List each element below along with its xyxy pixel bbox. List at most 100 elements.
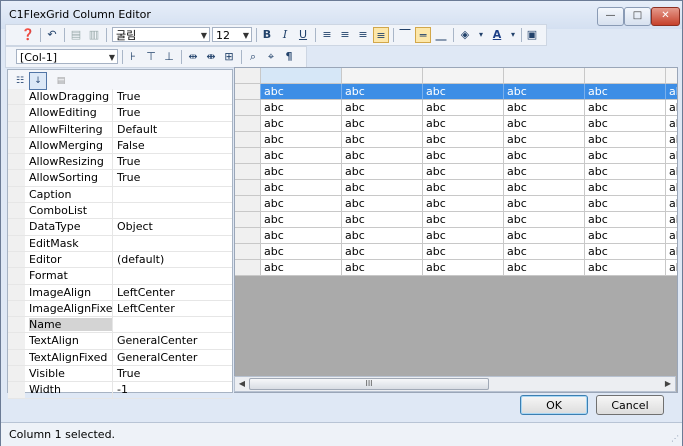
replace-icon[interactable]: ⌖ xyxy=(263,49,279,65)
grid-cell[interactable]: abc xyxy=(504,116,585,132)
grid-row-header[interactable] xyxy=(235,164,261,180)
property-pages-icon[interactable]: ▤ xyxy=(52,72,70,90)
property-row[interactable]: AllowMerging False xyxy=(8,137,232,155)
property-row[interactable]: AllowSorting True xyxy=(8,170,232,187)
property-row[interactable]: EditMask xyxy=(8,235,232,252)
grid-cell[interactable]: abc xyxy=(585,116,666,132)
grid-cell[interactable]: abc xyxy=(504,196,585,212)
grid-cell[interactable]: abc xyxy=(342,132,423,148)
grid-row-header[interactable] xyxy=(235,228,261,244)
grid-cell[interactable]: abc xyxy=(423,132,504,148)
chevron-down-icon[interactable]: ▾ xyxy=(505,27,521,43)
grid-row-header[interactable] xyxy=(235,100,261,116)
valign-top-icon[interactable]: ⎺ xyxy=(397,27,413,43)
grid-cell[interactable]: abc xyxy=(342,228,423,244)
chevron-down-icon[interactable]: ▾ xyxy=(473,27,489,43)
grid-cell[interactable]: abc xyxy=(342,84,423,100)
scroll-right-icon[interactable]: ▶ xyxy=(661,377,675,391)
grid-cell[interactable]: abc xyxy=(504,84,585,100)
grid-cell[interactable]: abc xyxy=(261,116,342,132)
grid-column-header[interactable] xyxy=(504,68,585,84)
property-row[interactable]: AllowDragging True xyxy=(8,89,232,106)
grid-cell[interactable]: abc xyxy=(342,260,423,276)
help-icon[interactable]: ❓ xyxy=(20,27,36,43)
grid-cell[interactable]: abc xyxy=(261,260,342,276)
grid-cell[interactable]: abc xyxy=(342,180,423,196)
grid-cell[interactable]: abc xyxy=(585,260,666,276)
grid-cell[interactable]: abc xyxy=(666,148,677,164)
paste-icon[interactable]: ▥ xyxy=(86,27,102,43)
property-row[interactable]: ImageAlignFixed LeftCenter xyxy=(8,300,232,318)
grid-cell[interactable]: abc xyxy=(504,228,585,244)
grid-cell[interactable]: abc xyxy=(585,196,666,212)
insert-column-icon[interactable]: ⊦ xyxy=(125,49,141,65)
property-value[interactable]: Default xyxy=(117,123,157,136)
property-row[interactable]: Width -1 xyxy=(8,382,232,399)
grid-column-header[interactable] xyxy=(342,68,423,84)
grid-cell[interactable]: abc xyxy=(261,228,342,244)
property-value[interactable]: True xyxy=(117,106,140,119)
grid-cell[interactable]: abc xyxy=(666,196,677,212)
grid-cell[interactable]: abc xyxy=(504,164,585,180)
align-right-icon[interactable]: ≡ xyxy=(355,27,371,43)
grid-cell[interactable]: abc xyxy=(423,212,504,228)
property-row[interactable]: AllowFiltering Default xyxy=(8,121,232,138)
grid-cell[interactable]: abc xyxy=(585,228,666,244)
grid-row-header[interactable] xyxy=(235,244,261,260)
property-row[interactable]: AllowEditing True xyxy=(8,105,232,122)
back-color-icon[interactable]: ◈ xyxy=(457,27,473,43)
column-select[interactable]: [Col-1] ▼ xyxy=(16,49,118,64)
undo-icon[interactable]: ↶ xyxy=(44,27,60,43)
grid-cell[interactable]: abc xyxy=(261,100,342,116)
grid-cell[interactable]: abc xyxy=(585,164,666,180)
property-value[interactable]: LeftCenter xyxy=(117,286,175,299)
grid-cell[interactable]: abc xyxy=(261,164,342,180)
grid-cell[interactable]: abc xyxy=(423,244,504,260)
grid-cell[interactable]: abc xyxy=(423,100,504,116)
property-value[interactable]: LeftCenter xyxy=(117,302,175,315)
close-button[interactable]: ✕ xyxy=(651,7,680,26)
categorized-icon[interactable]: ☷ xyxy=(11,72,29,90)
property-row[interactable]: TextAlignFixed GeneralCenter xyxy=(8,349,232,367)
underline-button[interactable]: U xyxy=(295,27,311,43)
grid-column-header[interactable] xyxy=(666,68,677,84)
grid-cell[interactable]: abc xyxy=(261,148,342,164)
property-value[interactable]: False xyxy=(117,139,145,152)
grid-cell[interactable]: abc xyxy=(666,244,677,260)
property-row[interactable]: Format xyxy=(8,268,232,285)
grid-cell[interactable]: abc xyxy=(423,116,504,132)
fore-color-icon[interactable]: A xyxy=(489,27,505,43)
insert-column-after-icon[interactable]: ⊤ xyxy=(143,49,159,65)
grid-cell[interactable]: abc xyxy=(504,100,585,116)
scroll-left-icon[interactable]: ◀ xyxy=(235,377,249,391)
grid-column-header[interactable] xyxy=(585,68,666,84)
autosize-icon[interactable]: ⇼ xyxy=(203,49,219,65)
grid-cell[interactable]: abc xyxy=(342,116,423,132)
pilcrow-button[interactable]: ¶ xyxy=(281,49,297,65)
grid-cell[interactable]: abc xyxy=(261,180,342,196)
fixed-columns-icon[interactable]: ⊞ xyxy=(221,49,237,65)
grid-cell[interactable]: abc xyxy=(342,212,423,228)
font-size-select[interactable]: 12 ▼ xyxy=(212,27,252,42)
grid-row-header[interactable] xyxy=(235,260,261,276)
alphabetical-icon[interactable]: ↓ xyxy=(29,72,47,90)
grid-cell[interactable]: abc xyxy=(504,180,585,196)
find-icon[interactable]: ⌕ xyxy=(245,49,261,65)
property-row[interactable]: Name xyxy=(8,317,232,334)
grid-cell[interactable]: abc xyxy=(666,84,677,100)
grid-cell[interactable]: abc xyxy=(423,164,504,180)
grid-cell[interactable]: abc xyxy=(423,196,504,212)
grid-cell[interactable]: abc xyxy=(342,244,423,260)
property-value[interactable]: -1 xyxy=(117,383,128,396)
grid-cell[interactable]: abc xyxy=(504,148,585,164)
grid-cell[interactable]: abc xyxy=(666,164,677,180)
grid-cell[interactable]: abc xyxy=(423,260,504,276)
grid-row-header[interactable] xyxy=(235,196,261,212)
grid-cell[interactable]: abc xyxy=(423,84,504,100)
minimize-button[interactable]: — xyxy=(597,7,624,26)
grid-cell[interactable]: abc xyxy=(423,228,504,244)
grid-cell[interactable]: abc xyxy=(585,244,666,260)
grid-cell[interactable]: abc xyxy=(342,164,423,180)
horizontal-scrollbar[interactable]: ◀ III ▶ xyxy=(234,376,676,392)
grid-cell[interactable]: abc xyxy=(261,212,342,228)
